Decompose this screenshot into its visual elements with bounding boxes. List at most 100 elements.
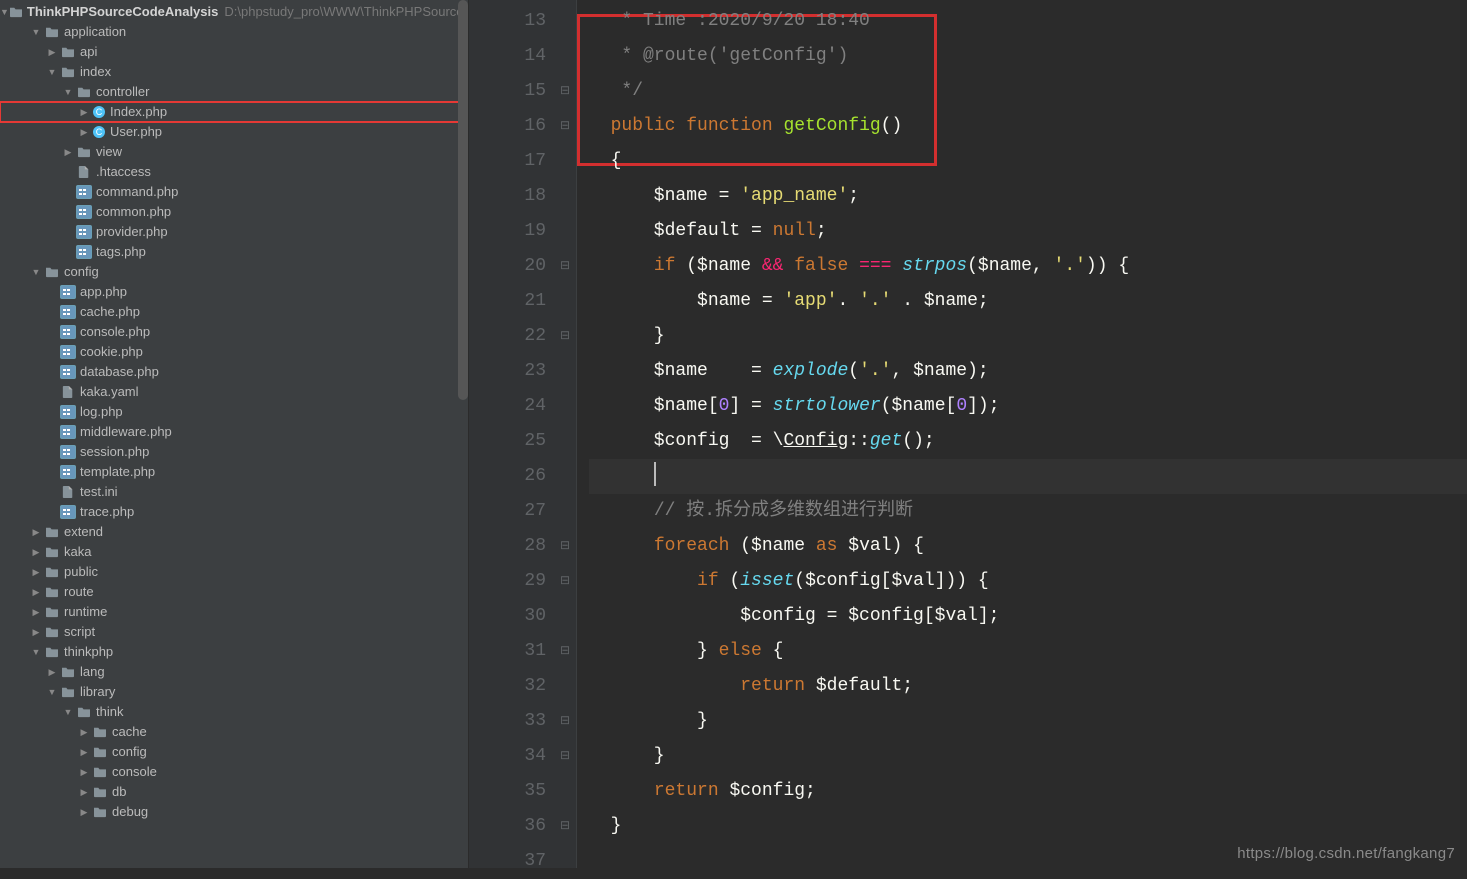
tree-folder[interactable]: ▶route (0, 582, 468, 602)
fold-toggle-icon[interactable]: ⊟ (560, 249, 570, 284)
tree-file[interactable]: provider.php (0, 222, 468, 242)
expand-arrow-icon[interactable]: ▶ (44, 42, 60, 62)
tree-folder[interactable]: ▶runtime (0, 602, 468, 622)
tree-file[interactable]: ▶CIndex.php (0, 102, 468, 122)
expand-arrow-icon[interactable]: ▶ (76, 742, 92, 762)
tree-folder[interactable]: ▼library (0, 682, 468, 702)
fold-toggle-icon[interactable]: ⊟ (560, 529, 570, 564)
expand-arrow-icon[interactable]: ▼ (28, 262, 44, 282)
tree-file[interactable]: tags.php (0, 242, 468, 262)
fold-toggle-icon[interactable]: ⊟ (560, 739, 570, 774)
expand-arrow-icon[interactable]: ▶ (76, 782, 92, 802)
tree-folder[interactable]: ▶debug (0, 802, 468, 822)
expand-arrow-icon[interactable]: ▶ (28, 522, 44, 542)
code-line[interactable]: } (589, 809, 1467, 844)
sidebar-scrollbar[interactable] (458, 0, 468, 400)
code-line[interactable]: if (isset($config[$val])) { (589, 564, 1467, 599)
tree-folder[interactable]: ▶cache (0, 722, 468, 742)
expand-arrow-icon[interactable]: ▶ (28, 562, 44, 582)
tree-file[interactable]: trace.php (0, 502, 468, 522)
tree-file[interactable]: database.php (0, 362, 468, 382)
code-line[interactable] (589, 459, 1467, 494)
expand-arrow-icon[interactable]: ▼ (28, 22, 44, 42)
code-line[interactable]: foreach ($name as $val) { (589, 529, 1467, 564)
expand-arrow-icon[interactable]: ▶ (76, 122, 92, 142)
tree-folder[interactable]: ▶kaka (0, 542, 468, 562)
tree-folder[interactable]: ▶lang (0, 662, 468, 682)
tree-file[interactable]: cookie.php (0, 342, 468, 362)
code-editor[interactable]: 131415⊟16⊟17181920⊟2122⊟232425262728⊟29⊟… (469, 0, 1467, 868)
code-line[interactable]: } (589, 704, 1467, 739)
tree-folder[interactable]: ▶public (0, 562, 468, 582)
expand-arrow-icon[interactable]: ▶ (44, 662, 60, 682)
expand-arrow-icon[interactable]: ▶ (28, 602, 44, 622)
code-line[interactable]: public function getConfig() (589, 109, 1467, 144)
tree-folder[interactable]: ▶extend (0, 522, 468, 542)
tree-folder[interactable]: ▼index (0, 62, 468, 82)
tree-file[interactable]: app.php (0, 282, 468, 302)
fold-toggle-icon[interactable]: ⊟ (560, 634, 570, 669)
code-line[interactable]: $name = explode('.', $name); (589, 354, 1467, 389)
expand-arrow-icon[interactable]: ▼ (0, 2, 9, 22)
tree-folder[interactable]: ▶api (0, 42, 468, 62)
tree-file[interactable]: middleware.php (0, 422, 468, 442)
tree-folder[interactable]: ▼controller (0, 82, 468, 102)
code-line[interactable]: } (589, 739, 1467, 774)
expand-arrow-icon[interactable]: ▶ (28, 582, 44, 602)
expand-arrow-icon[interactable]: ▶ (76, 722, 92, 742)
tree-folder[interactable]: ▼ThinkPHPSourceCodeAnalysisD:\phpstudy_p… (0, 2, 468, 22)
code-line[interactable]: $name[0] = strtolower($name[0]); (589, 389, 1467, 424)
tree-folder[interactable]: ▼application (0, 22, 468, 42)
code-line[interactable]: return $config; (589, 774, 1467, 809)
tree-folder[interactable]: ▼config (0, 262, 468, 282)
tree-file[interactable]: template.php (0, 462, 468, 482)
expand-arrow-icon[interactable]: ▼ (44, 62, 60, 82)
code-line[interactable]: */ (589, 74, 1467, 109)
tree-folder[interactable]: ▶script (0, 622, 468, 642)
expand-arrow-icon[interactable]: ▶ (76, 102, 92, 122)
fold-toggle-icon[interactable]: ⊟ (560, 809, 570, 844)
tree-file[interactable]: command.php (0, 182, 468, 202)
code-area[interactable]: * Time :2020/9/20 18:40 * @route('getCon… (577, 0, 1467, 868)
fold-toggle-icon[interactable]: ⊟ (560, 704, 570, 739)
code-line[interactable]: * Time :2020/9/20 18:40 (589, 4, 1467, 39)
fold-toggle-icon[interactable]: ⊟ (560, 564, 570, 599)
code-line[interactable]: $default = null; (589, 214, 1467, 249)
code-line[interactable]: $config = \Config::get(); (589, 424, 1467, 459)
tree-file[interactable]: log.php (0, 402, 468, 422)
tree-folder[interactable]: ▶console (0, 762, 468, 782)
tree-file[interactable]: ▶CUser.php (0, 122, 468, 142)
expand-arrow-icon[interactable]: ▶ (60, 142, 76, 162)
expand-arrow-icon[interactable]: ▶ (76, 802, 92, 822)
tree-file[interactable]: session.php (0, 442, 468, 462)
expand-arrow-icon[interactable]: ▼ (60, 702, 76, 722)
tree-folder[interactable]: ▶config (0, 742, 468, 762)
tree-file[interactable]: test.ini (0, 482, 468, 502)
tree-folder[interactable]: ▼thinkphp (0, 642, 468, 662)
tree-folder[interactable]: ▶view (0, 142, 468, 162)
tree-file[interactable]: cache.php (0, 302, 468, 322)
tree-file[interactable]: console.php (0, 322, 468, 342)
code-line[interactable]: $config = $config[$val]; (589, 599, 1467, 634)
code-line[interactable]: { (589, 144, 1467, 179)
expand-arrow-icon[interactable]: ▶ (28, 622, 44, 642)
code-line[interactable]: $name = 'app_name'; (589, 179, 1467, 214)
code-line[interactable]: return $default; (589, 669, 1467, 704)
fold-toggle-icon[interactable]: ⊟ (560, 74, 570, 109)
tree-file[interactable]: common.php (0, 202, 468, 222)
code-line[interactable]: } else { (589, 634, 1467, 669)
tree-file[interactable]: kaka.yaml (0, 382, 468, 402)
code-line[interactable]: if ($name && false === strpos($name, '.'… (589, 249, 1467, 284)
fold-toggle-icon[interactable]: ⊟ (560, 319, 570, 354)
tree-folder[interactable]: ▼think (0, 702, 468, 722)
expand-arrow-icon[interactable]: ▶ (28, 542, 44, 562)
expand-arrow-icon[interactable]: ▶ (76, 762, 92, 782)
expand-arrow-icon[interactable]: ▼ (60, 82, 76, 102)
code-line[interactable]: * @route('getConfig') (589, 39, 1467, 74)
code-line[interactable]: // 按.拆分成多维数组进行判断 (589, 494, 1467, 529)
expand-arrow-icon[interactable]: ▼ (28, 642, 44, 662)
expand-arrow-icon[interactable]: ▼ (44, 682, 60, 702)
code-line[interactable]: } (589, 319, 1467, 354)
tree-folder[interactable]: ▶db (0, 782, 468, 802)
tree-file[interactable]: .htaccess (0, 162, 468, 182)
